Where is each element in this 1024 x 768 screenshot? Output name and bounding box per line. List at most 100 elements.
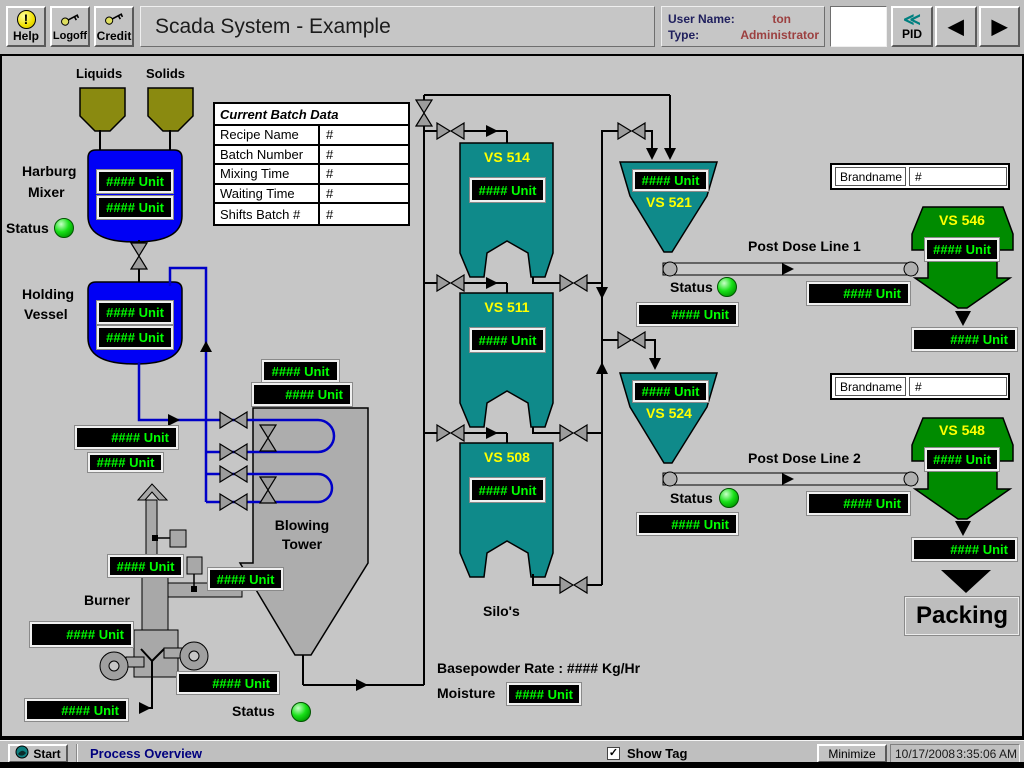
vs521-display: #### Unit bbox=[633, 170, 708, 191]
vs548-lower-display: #### Unit bbox=[912, 538, 1017, 561]
user-info-panel: User Name: ton Type: Administrator bbox=[661, 6, 825, 47]
blowing-tower-label-2: Tower bbox=[262, 536, 342, 552]
time-value: 3:35:06 AM bbox=[956, 747, 1017, 761]
burner-display-1: #### Unit bbox=[108, 555, 183, 577]
packing-label: Packing bbox=[905, 597, 1019, 635]
holding-vessel-label-2: Vessel bbox=[24, 306, 68, 322]
mixer-display-1: #### Unit bbox=[97, 170, 173, 193]
batch-row-value: # bbox=[320, 165, 408, 183]
post-dose-line1-label: Post Dose Line 1 bbox=[748, 238, 861, 254]
help-icon: ! bbox=[17, 10, 36, 29]
mixer-display-2: #### Unit bbox=[97, 196, 173, 219]
vs508-label: VS 508 bbox=[468, 449, 546, 465]
window-title: Process Overview bbox=[90, 746, 202, 761]
tower-status-label: Status bbox=[232, 703, 275, 719]
screen-bottom-strip bbox=[0, 762, 1024, 768]
vs514-display: #### Unit bbox=[470, 178, 545, 202]
user-type-label: Type: bbox=[668, 27, 699, 43]
table-row: Waiting Time # bbox=[215, 185, 408, 205]
moisture-label: Moisture bbox=[437, 685, 495, 701]
line1-display: #### Unit bbox=[807, 282, 910, 305]
holding-display-1: #### Unit bbox=[97, 301, 173, 324]
brandname-input[interactable]: # bbox=[909, 377, 1007, 396]
help-button[interactable]: ! Help bbox=[6, 6, 46, 47]
batch-table-header: Current Batch Data bbox=[215, 104, 408, 126]
batch-row-label: Recipe Name bbox=[215, 126, 320, 144]
taskbar-divider bbox=[76, 744, 78, 762]
pid-button[interactable]: ≪ PID bbox=[891, 6, 933, 47]
minimize-button[interactable]: Minimize bbox=[817, 744, 887, 763]
vs521-label: VS 521 bbox=[638, 194, 700, 210]
pid-label: PID bbox=[902, 27, 922, 41]
vs524-status-label: Status bbox=[670, 490, 713, 506]
silos-label: Silo's bbox=[483, 603, 520, 619]
batch-row-value: # bbox=[320, 185, 408, 203]
batch-row-label: Batch Number bbox=[215, 146, 320, 164]
page-title-text: Scada System - Example bbox=[155, 15, 391, 39]
help-label: Help bbox=[13, 29, 39, 43]
moisture-display: #### Unit bbox=[507, 683, 581, 705]
vs511-label: VS 511 bbox=[468, 299, 546, 315]
table-row: Mixing Time # bbox=[215, 165, 408, 185]
table-row: Batch Number # bbox=[215, 146, 408, 166]
post-dose-line2-label: Post Dose Line 2 bbox=[748, 450, 861, 466]
pipe-display-1: #### Unit bbox=[75, 426, 178, 449]
vs546-label: VS 546 bbox=[928, 212, 996, 228]
liquids-label: Liquids bbox=[76, 66, 122, 81]
blank-field[interactable] bbox=[830, 6, 887, 47]
brandname-box-1: Brandname # bbox=[830, 163, 1010, 190]
user-name-label: User Name: bbox=[668, 11, 735, 27]
basepowder-rate-label: Basepowder Rate : #### Kg/Hr bbox=[437, 660, 640, 676]
burner-display-5: #### Unit bbox=[177, 672, 279, 694]
page-title: Scada System - Example bbox=[140, 6, 655, 47]
user-name-value: ton bbox=[772, 11, 819, 27]
vs524-lower-display: #### Unit bbox=[637, 513, 738, 535]
logoff-button[interactable]: Logoff bbox=[50, 6, 90, 47]
batch-row-label: Shifts Batch # bbox=[215, 204, 320, 224]
brandname-input[interactable]: # bbox=[909, 167, 1007, 186]
batch-row-label: Waiting Time bbox=[215, 185, 320, 203]
pipe-display-2: #### Unit bbox=[88, 453, 163, 472]
tower-display-1: #### Unit bbox=[262, 360, 339, 382]
show-tag-checkbox[interactable]: ✓ bbox=[607, 747, 620, 760]
taskbar: Start Process Overview ✓ Show Tag Minimi… bbox=[0, 738, 1024, 762]
solids-label: Solids bbox=[146, 66, 185, 81]
vs546-display: #### Unit bbox=[925, 238, 999, 261]
burner-display-2: #### Unit bbox=[208, 568, 283, 590]
user-type-value: Administrator bbox=[740, 27, 819, 43]
vs521-lower-display: #### Unit bbox=[637, 303, 738, 326]
batch-row-value: # bbox=[320, 126, 408, 144]
vs521-status-label: Status bbox=[670, 279, 713, 295]
vs546-lower-display: #### Unit bbox=[912, 328, 1017, 351]
blowing-tower-label-1: Blowing bbox=[262, 517, 342, 533]
show-tag-label: Show Tag bbox=[627, 746, 687, 761]
credit-button[interactable]: Credit bbox=[94, 6, 134, 47]
vs524-display: #### Unit bbox=[633, 381, 708, 402]
batch-row-value: # bbox=[320, 204, 408, 224]
vs524-label: VS 524 bbox=[638, 405, 700, 421]
current-batch-data-table: Current Batch Data Recipe Name # Batch N… bbox=[213, 102, 410, 226]
holding-vessel-label-1: Holding bbox=[22, 286, 74, 302]
datetime-field: 10/17/2008 3:35:06 AM bbox=[890, 744, 1020, 763]
next-page-button[interactable]: ▶ bbox=[979, 6, 1020, 47]
top-toolbar: ! Help Logoff Credit Scada System - Exam… bbox=[0, 0, 1024, 54]
harburg-mixer-label-1: Harburg bbox=[22, 163, 76, 179]
harburg-mixer-label-2: Mixer bbox=[28, 184, 65, 200]
start-label: Start bbox=[33, 747, 60, 761]
brandname-label: Brandname bbox=[835, 377, 906, 396]
prev-page-button[interactable]: ◀ bbox=[935, 6, 977, 47]
batch-row-value: # bbox=[320, 146, 408, 164]
burner-label: Burner bbox=[84, 592, 130, 608]
key-icon bbox=[59, 11, 81, 30]
date-value: 10/17/2008 bbox=[895, 747, 955, 761]
table-row: Recipe Name # bbox=[215, 126, 408, 146]
rewind-icon: ≪ bbox=[903, 13, 921, 27]
batch-row-label: Mixing Time bbox=[215, 165, 320, 183]
credit-label: Credit bbox=[97, 29, 132, 43]
vs548-label: VS 548 bbox=[928, 422, 996, 438]
brandname-box-2: Brandname # bbox=[830, 373, 1010, 400]
key-icon bbox=[103, 10, 125, 29]
start-button[interactable]: Start bbox=[8, 744, 68, 763]
line2-display: #### Unit bbox=[807, 492, 910, 515]
vs508-display: #### Unit bbox=[470, 478, 545, 502]
